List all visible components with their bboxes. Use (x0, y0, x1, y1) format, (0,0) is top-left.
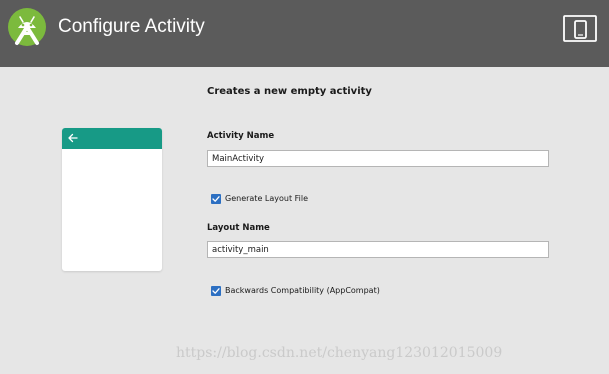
checkbox-checked[interactable] (211, 193, 221, 204)
back-arrow-icon (68, 133, 78, 143)
backwards-compat-checkbox[interactable]: Backwards Compatibility (AppCompat) (211, 280, 380, 296)
generate-layout-label: Generate Layout File (225, 194, 309, 203)
dialog-header: Configure Activity (0, 0, 609, 67)
dialog-subtitle: Creates a new empty activity (207, 86, 372, 97)
checkbox-checked[interactable] (211, 285, 221, 296)
android-studio-logo-icon (8, 8, 46, 46)
activity-name-label: Activity Name (207, 131, 275, 141)
preview-app-bar (62, 128, 162, 149)
backwards-compat-label: Backwards Compatibility (AppCompat) (225, 286, 380, 295)
activity-preview (62, 128, 162, 271)
page-title: Configure Activity (58, 16, 205, 37)
generate-layout-checkbox[interactable]: Generate Layout File (211, 188, 309, 204)
activity-name-input[interactable] (207, 150, 549, 167)
watermark-text: https://blog.csdn.net/chenyang1230120150… (176, 345, 503, 361)
layout-name-label: Layout Name (207, 223, 270, 233)
tablet-phone-icon[interactable] (563, 15, 597, 43)
layout-name-input[interactable] (207, 241, 549, 258)
checkmark-icon (212, 287, 220, 294)
checkmark-icon (212, 195, 220, 202)
